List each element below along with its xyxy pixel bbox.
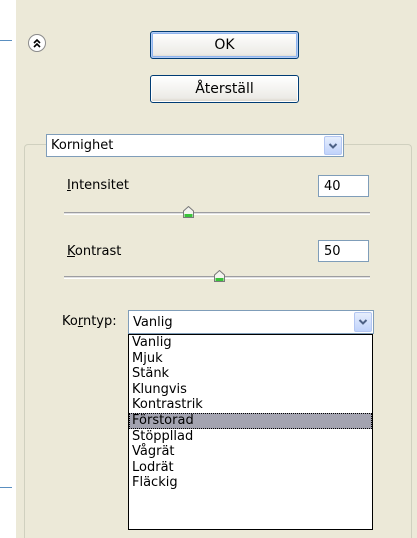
intensity-value-input[interactable]: 40 — [318, 175, 369, 197]
contrast-value-input[interactable]: 50 — [318, 240, 369, 262]
intensity-slider-thumb[interactable] — [183, 206, 194, 218]
grain-type-option[interactable]: Fläckig — [129, 475, 372, 491]
collapse-button[interactable] — [28, 34, 46, 52]
grain-type-select-value: Vanlig — [133, 314, 173, 330]
intensity-slider-track[interactable] — [64, 212, 370, 215]
contrast-label-mnemonic: K — [67, 244, 75, 259]
intensity-value: 40 — [324, 178, 341, 194]
reset-button-label: Återställ — [195, 81, 254, 97]
filter-select[interactable]: Kornighet — [46, 134, 344, 157]
contrast-label: Kontrast — [67, 244, 121, 259]
grain-type-label: Korntyp: — [62, 314, 117, 329]
reset-button[interactable]: Återställ — [150, 75, 299, 103]
grain-type-label-post: ntyp: — [82, 314, 117, 329]
grain-type-option[interactable]: Kontrastrik — [129, 397, 372, 413]
ok-button-label: OK — [214, 37, 235, 53]
grain-type-label-pre: Ko — [62, 314, 78, 329]
intensity-label: Intensitet — [67, 178, 129, 193]
grain-type-option[interactable]: Mjuk — [129, 351, 372, 367]
chevron-down-icon — [358, 319, 368, 325]
intensity-label-rest: ntensitet — [70, 178, 129, 193]
grain-type-option[interactable]: Vågrät — [129, 444, 372, 460]
grain-type-option[interactable]: Lodrät — [129, 460, 372, 476]
edge-line-top — [0, 40, 12, 41]
contrast-value: 50 — [324, 243, 341, 259]
ok-button[interactable]: OK — [150, 31, 299, 59]
grain-type-option[interactable]: Stänk — [129, 366, 372, 382]
chevron-down-icon — [328, 142, 338, 149]
grain-type-option[interactable]: Stöppllad — [129, 429, 372, 445]
grain-type-option[interactable]: Vanlig — [129, 335, 372, 351]
contrast-label-rest: ontrast — [74, 244, 122, 259]
grain-type-dropdown-button[interactable] — [354, 312, 372, 332]
grain-type-option[interactable]: Klungvis — [129, 382, 372, 398]
filter-select-dropdown-button[interactable] — [324, 136, 342, 155]
grain-type-option[interactable]: Förstorad — [129, 412, 372, 429]
edge-line-bottom — [0, 487, 12, 488]
filter-select-value: Kornighet — [51, 138, 114, 153]
grain-type-select[interactable]: Vanlig — [128, 310, 374, 334]
contrast-slider-thumb[interactable] — [214, 270, 225, 282]
double-chevron-up-icon — [33, 38, 41, 48]
grain-type-dropdown-list: Vanlig Mjuk Stänk Klungvis Kontrastrik F… — [128, 334, 373, 530]
